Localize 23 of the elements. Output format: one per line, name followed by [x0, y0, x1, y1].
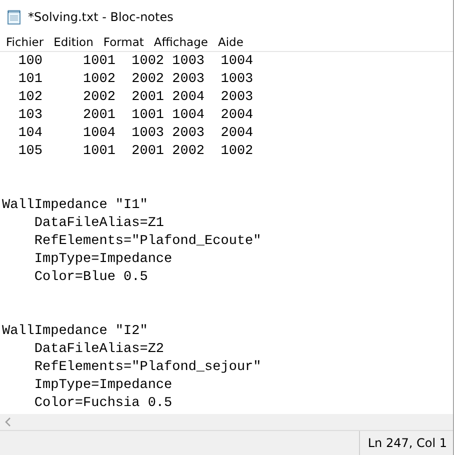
code-line: ImpType=Impedance — [33, 377, 174, 395]
code-line: DataFileAlias=Z2 — [33, 341, 166, 359]
menu-item[interactable]: Aide — [214, 35, 250, 49]
window-title: *Solving.txt - Bloc-notes — [28, 10, 174, 24]
code-line: RefElements="Plafond_Ecoute" — [33, 233, 262, 251]
code-line: Color=Fuchsia 0.5 — [33, 395, 174, 413]
code-line: WallImpedance "I2" — [1, 323, 149, 341]
code-line: 102 2002 2001 2004 2003 — [17, 89, 254, 107]
code-line: DataFileAlias=Z1 — [33, 215, 166, 233]
code-line: ImpType=Impedance — [33, 251, 174, 269]
menu-item[interactable]: Affichage — [150, 35, 214, 49]
code-line: Color=Blue 0.5 — [33, 269, 149, 287]
menu-item[interactable]: Format — [99, 35, 150, 49]
code-line: 100 1001 1002 1003 1004 — [17, 53, 254, 71]
code-line: 104 1004 1003 2003 2004 — [17, 125, 254, 143]
cursor-position: Ln 247, Col 1 — [368, 436, 448, 450]
code-line: 101 1002 2002 2003 1003 — [17, 71, 254, 89]
code-line: 105 1001 2001 2002 1002 — [17, 143, 254, 161]
menu-item[interactable]: Fichier — [2, 35, 50, 49]
code-line: 103 2001 1001 1004 2004 — [17, 107, 254, 125]
code-line: RefElements="Plafond_sejour" — [33, 359, 262, 377]
code-line: WallImpedance "I1" — [1, 197, 149, 215]
menu-item[interactable]: Edition — [50, 35, 100, 49]
